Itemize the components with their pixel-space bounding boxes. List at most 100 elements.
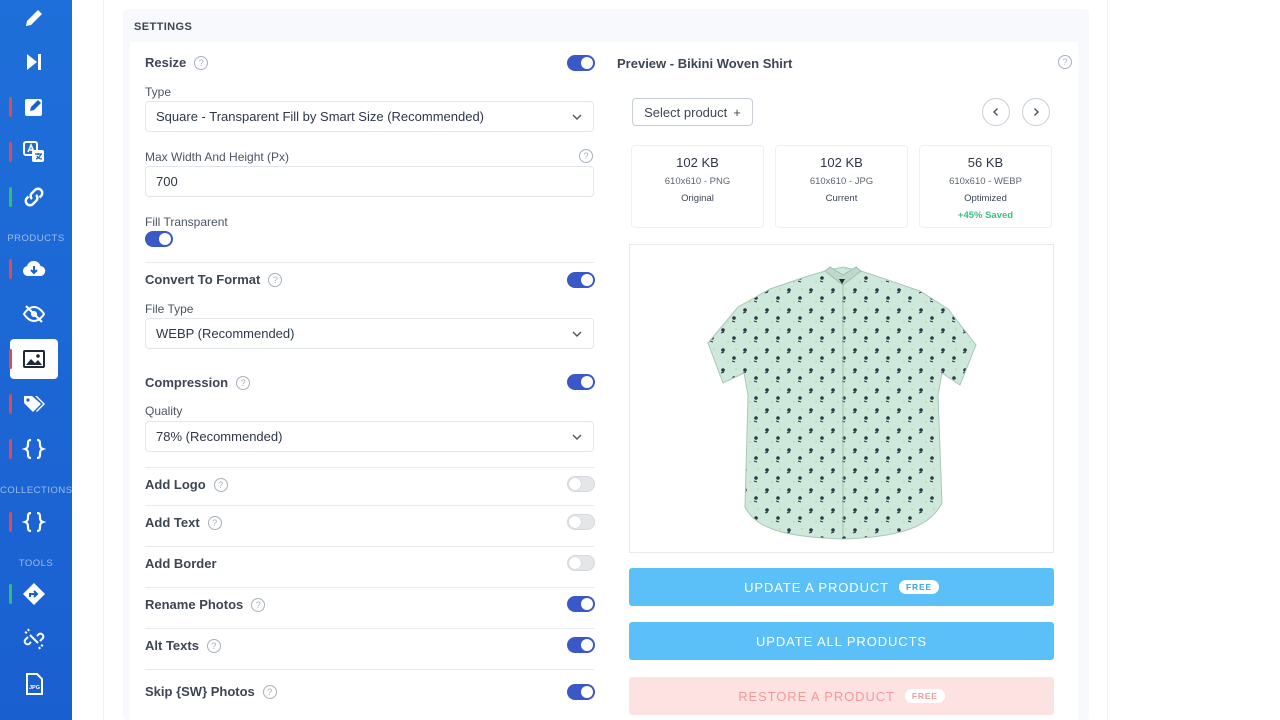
type-select[interactable]: Square - Transparent Fill by Smart Size … xyxy=(145,101,594,132)
help-icon[interactable]: ? xyxy=(251,597,266,612)
plus-icon: + xyxy=(733,104,741,120)
divider xyxy=(145,505,594,506)
restore-product-label: RESTORE A PRODUCT xyxy=(738,688,895,704)
stat-size: 102 KB xyxy=(820,155,863,170)
convert-toggle[interactable] xyxy=(567,272,595,288)
add-logo-row: Add Logo ? xyxy=(145,477,228,492)
stat-size: 56 KB xyxy=(967,155,1004,170)
chevron-left-icon xyxy=(993,108,998,116)
sidebar-item-hidden[interactable] xyxy=(10,294,58,334)
stat-dimensions: 610x610 - PNG xyxy=(664,176,731,187)
compression-label: Compression xyxy=(145,375,229,390)
rename-photos-label: Rename Photos xyxy=(145,597,244,612)
sidebar-item-tags[interactable] xyxy=(9,384,58,424)
restore-product-button[interactable]: RESTORE A PRODUCT FREE xyxy=(629,677,1054,715)
fill-transparent-toggle[interactable] xyxy=(145,231,173,247)
sidebar-item-schema-products[interactable] xyxy=(9,429,58,469)
add-text-row: Add Text ? xyxy=(145,515,222,530)
status-marker xyxy=(9,259,12,279)
help-icon[interactable]: ? xyxy=(268,272,283,287)
sidebar-item-schema-collections[interactable] xyxy=(9,502,58,542)
help-icon[interactable]: ? xyxy=(207,515,222,530)
sidebar-item-translate[interactable] xyxy=(9,132,58,172)
quality-select[interactable]: 78% (Recommended) xyxy=(145,421,594,452)
stat-kind: Original xyxy=(681,193,714,204)
stat-card-optimized: 56 KB 610x610 - WEBP Optimized +45% Save… xyxy=(919,145,1052,228)
stat-dimensions: 610x610 - WEBP xyxy=(949,176,1022,187)
help-icon[interactable]: ? xyxy=(236,375,251,390)
convert-row: Convert To Format ? xyxy=(145,272,283,287)
sidebar-item-skip[interactable] xyxy=(10,42,58,82)
divider xyxy=(145,587,594,588)
prev-product-button[interactable] xyxy=(982,98,1010,126)
skip-sw-row: Skip {SW} Photos ? xyxy=(145,684,277,699)
sidebar-item-more[interactable] xyxy=(10,706,58,720)
sidebar-section-tools: TOOLS xyxy=(18,558,54,569)
sidebar-item-links[interactable] xyxy=(9,177,58,217)
status-marker xyxy=(9,439,12,459)
help-icon[interactable]: ? xyxy=(579,149,593,163)
stat-saved: +45% Saved xyxy=(957,210,1014,221)
alt-texts-toggle[interactable] xyxy=(567,637,595,653)
edit-square-icon xyxy=(25,99,42,116)
sidebar-item-jpg[interactable]: JPG xyxy=(10,664,58,704)
chevron-down-icon xyxy=(572,434,582,440)
jpg-file-icon: JPG xyxy=(26,673,43,695)
update-product-label: UPDATE A PRODUCT xyxy=(744,579,890,595)
add-text-label: Add Text xyxy=(145,515,200,530)
next-product-button[interactable] xyxy=(1022,98,1050,126)
help-icon[interactable]: ? xyxy=(262,684,277,699)
chevron-down-icon xyxy=(572,114,582,120)
file-type-select[interactable]: WEBP (Recommended) xyxy=(145,318,594,349)
stat-card-current: 102 KB 610x610 - JPG Current xyxy=(775,145,908,228)
sidebar-item-broken-links[interactable] xyxy=(10,619,58,659)
svg-text:JPG: JPG xyxy=(29,685,40,691)
status-marker xyxy=(9,394,12,414)
convert-label: Convert To Format xyxy=(145,272,261,287)
quality-value: 78% (Recommended) xyxy=(156,429,283,444)
sidebar-item-edit[interactable] xyxy=(10,0,58,38)
resize-row: Resize ? xyxy=(145,55,209,70)
stat-card-original: 102 KB 610x610 - PNG Original xyxy=(631,145,764,228)
divider xyxy=(145,467,594,468)
status-marker xyxy=(9,187,12,207)
skip-sw-toggle[interactable] xyxy=(567,684,595,700)
rename-photos-toggle[interactable] xyxy=(567,596,595,612)
redirect-icon xyxy=(23,583,45,605)
add-logo-toggle[interactable] xyxy=(567,476,595,492)
help-icon[interactable]: ? xyxy=(1058,55,1072,69)
max-size-input[interactable]: 700 xyxy=(145,166,594,197)
update-all-products-button[interactable]: UPDATE ALL PRODUCTS xyxy=(629,622,1054,660)
shirt-image xyxy=(707,266,977,540)
add-text-toggle[interactable] xyxy=(567,514,595,530)
update-product-button[interactable]: UPDATE A PRODUCT FREE xyxy=(629,568,1054,606)
free-badge: FREE xyxy=(904,689,945,703)
stat-size: 102 KB xyxy=(676,155,719,170)
sidebar-item-images[interactable] xyxy=(9,339,58,379)
chevron-down-icon xyxy=(572,331,582,337)
tags-icon xyxy=(24,396,45,412)
add-logo-label: Add Logo xyxy=(145,477,206,492)
fill-transparent-label: Fill Transparent xyxy=(145,215,228,229)
sidebar-item-import[interactable] xyxy=(9,249,58,289)
help-icon[interactable]: ? xyxy=(194,55,209,70)
add-border-toggle[interactable] xyxy=(567,555,595,571)
status-marker xyxy=(9,142,12,162)
status-marker xyxy=(9,349,12,369)
compression-toggle[interactable] xyxy=(567,374,595,390)
quality-label: Quality xyxy=(145,404,183,418)
sidebar-item-editor[interactable] xyxy=(9,87,58,127)
resize-toggle[interactable] xyxy=(567,55,595,71)
help-icon[interactable]: ? xyxy=(206,638,221,653)
type-select-value: Square - Transparent Fill by Smart Size … xyxy=(156,109,485,124)
settings-title: SETTINGS xyxy=(134,21,193,33)
sidebar-item-redirects[interactable] xyxy=(9,574,58,614)
rename-photos-row: Rename Photos ? xyxy=(145,597,266,612)
select-product-button[interactable]: Select product + xyxy=(632,98,753,126)
code-braces-icon xyxy=(22,511,46,533)
status-marker xyxy=(9,584,12,604)
preview-title: Preview - Bikini Woven Shirt xyxy=(617,56,793,71)
help-icon[interactable]: ? xyxy=(213,477,228,492)
divider xyxy=(145,546,594,547)
broken-link-icon xyxy=(23,628,45,650)
